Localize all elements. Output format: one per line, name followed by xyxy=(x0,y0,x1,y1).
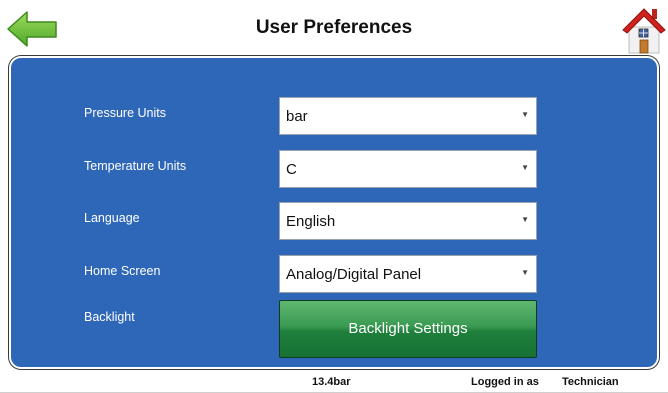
pressure-reading: 13.4bar xyxy=(312,376,351,388)
logged-in-label: Logged in as xyxy=(471,376,539,388)
language-select[interactable]: English ▼ xyxy=(279,202,537,240)
temperature-units-value: C xyxy=(286,161,297,178)
pressure-units-select[interactable]: bar ▼ xyxy=(279,97,537,135)
page-title: User Preferences xyxy=(255,17,413,38)
home-button[interactable] xyxy=(621,5,667,55)
dropdown-caret-icon: ▼ xyxy=(521,110,529,119)
user-role: Technician xyxy=(562,376,619,388)
dropdown-caret-icon: ▼ xyxy=(521,215,529,224)
pressure-units-label: Pressure Units xyxy=(84,106,166,120)
temperature-units-select[interactable]: C ▼ xyxy=(279,150,537,188)
header: User Preferences xyxy=(0,0,668,56)
home-screen-label: Home Screen xyxy=(84,264,161,278)
home-screen-value: Analog/Digital Panel xyxy=(286,266,422,283)
language-value: English xyxy=(286,213,336,230)
home-icon xyxy=(622,8,666,54)
home-screen-select[interactable]: Analog/Digital Panel ▼ xyxy=(279,255,537,293)
backlight-label: Backlight xyxy=(84,310,135,324)
temperature-units-label: Temperature Units xyxy=(84,159,187,173)
pressure-units-value: bar xyxy=(286,108,308,125)
dropdown-caret-icon: ▼ xyxy=(521,268,529,277)
dropdown-caret-icon: ▼ xyxy=(521,163,529,172)
backlight-settings-button[interactable]: Backlight Settings xyxy=(279,300,537,358)
language-label: Language xyxy=(84,211,140,225)
